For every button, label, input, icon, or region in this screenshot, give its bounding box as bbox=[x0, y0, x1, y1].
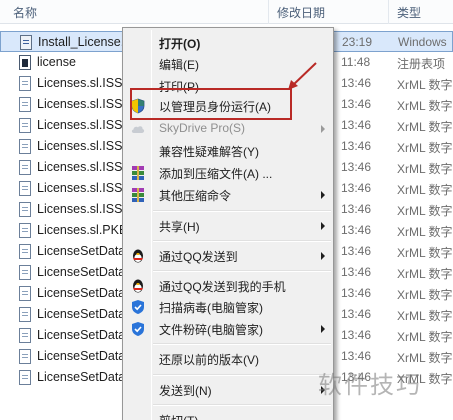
watermark: 软件技巧 bbox=[318, 371, 422, 399]
annotation-arrow-icon bbox=[288, 62, 317, 90]
